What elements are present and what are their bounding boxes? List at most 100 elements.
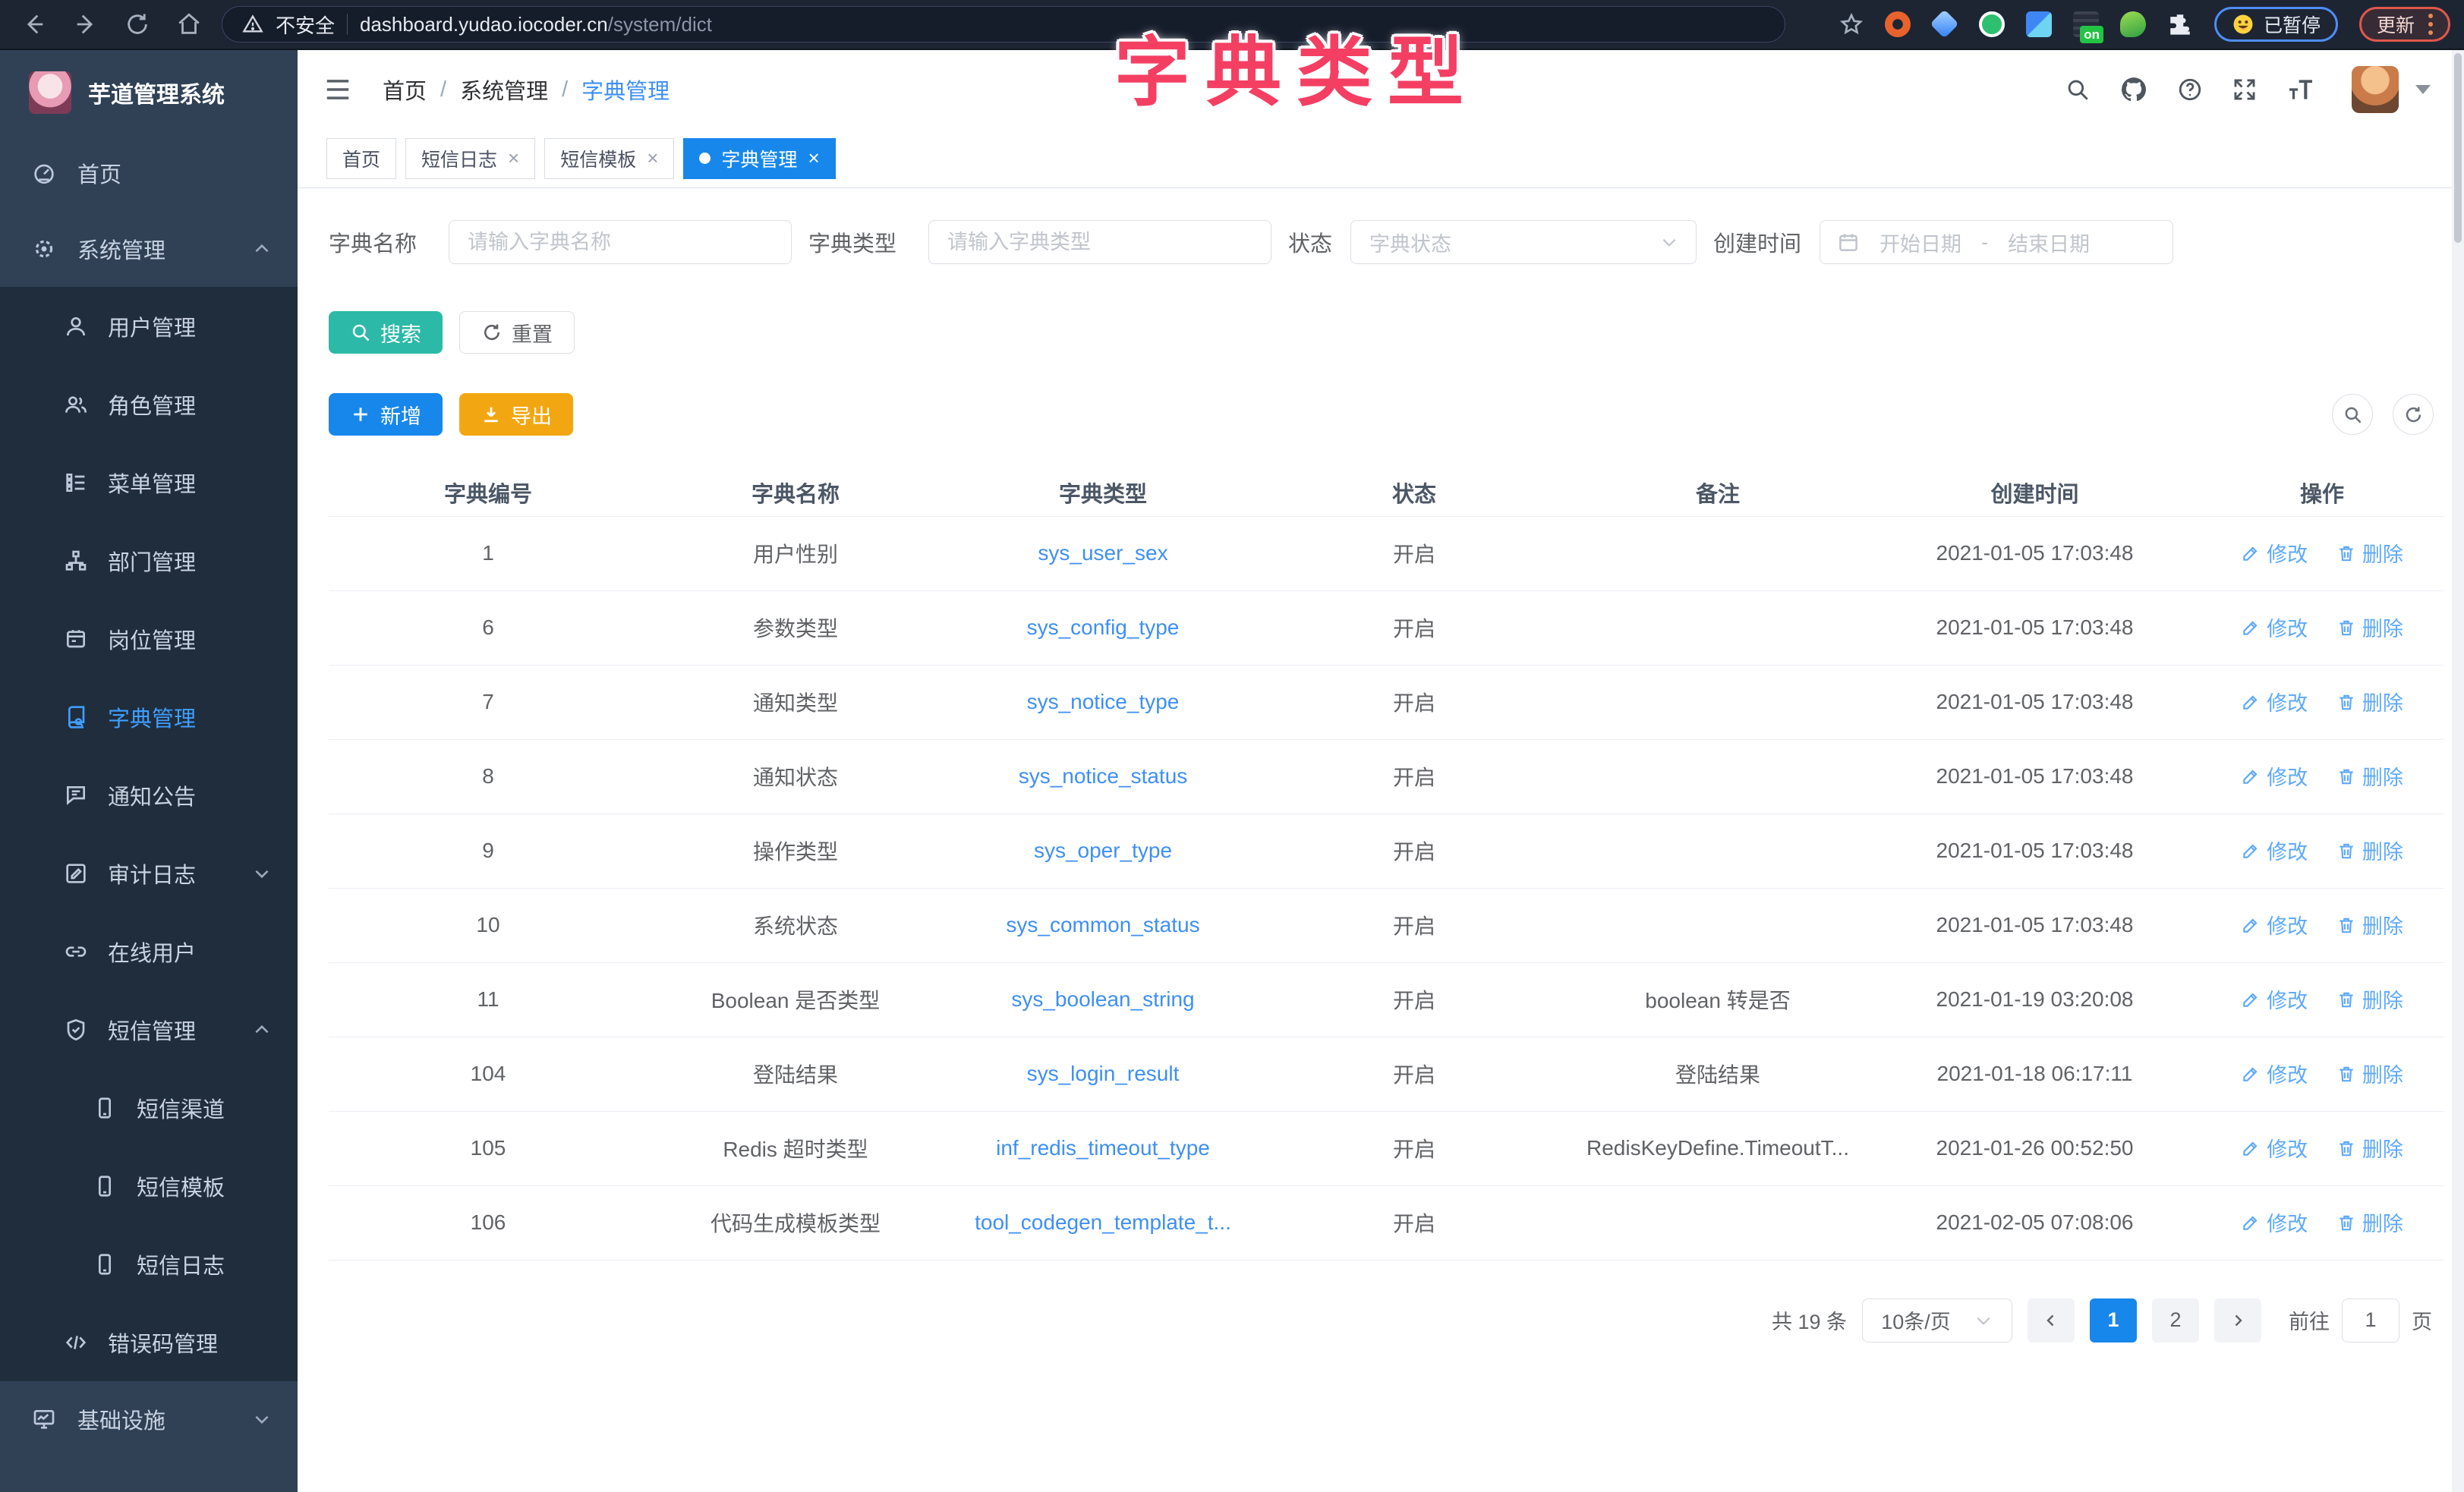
dict-type-link[interactable]: sys_notice_type xyxy=(1027,690,1180,713)
page-scrollbar[interactable] xyxy=(2452,50,2464,1492)
extension-icon[interactable]: on xyxy=(2073,11,2099,37)
edit-link[interactable]: 修改 xyxy=(2241,1059,2308,1088)
search-icon[interactable] xyxy=(2065,77,2091,102)
sidebar-item-infrastructure[interactable]: 基础设施 xyxy=(0,1381,298,1457)
close-icon[interactable] xyxy=(808,146,819,170)
export-button[interactable]: 导出 xyxy=(459,393,573,436)
avatar[interactable] xyxy=(2352,66,2399,113)
sidebar-item-home[interactable]: 首页 xyxy=(0,135,298,211)
tab-sms-log[interactable]: 短信日志 xyxy=(405,138,535,179)
sidebar-item-post-management[interactable]: 岗位管理 xyxy=(0,600,298,678)
github-icon[interactable] xyxy=(2119,75,2148,104)
sidebar-item-audit-log[interactable]: 审计日志 xyxy=(0,834,298,912)
edit-link[interactable]: 修改 xyxy=(2241,984,2308,1014)
extension-icon[interactable] xyxy=(1885,11,1911,37)
extension-icon[interactable] xyxy=(1979,11,2005,37)
reset-button[interactable]: 重置 xyxy=(459,311,575,354)
dict-type-link[interactable]: tool_codegen_template_t... xyxy=(975,1210,1231,1234)
bookmark-star-icon[interactable] xyxy=(1839,12,1864,36)
dict-name-input[interactable] xyxy=(449,220,792,264)
extension-icon[interactable] xyxy=(1932,11,1958,37)
browser-back-icon[interactable] xyxy=(21,11,47,37)
delete-link[interactable]: 删除 xyxy=(2336,1133,2403,1163)
delete-link[interactable]: 删除 xyxy=(2336,612,2403,642)
dict-type-input[interactable] xyxy=(928,220,1271,264)
delete-link[interactable]: 删除 xyxy=(2336,910,2403,940)
dict-type-link[interactable]: sys_notice_status xyxy=(1019,764,1188,788)
browser-forward-icon[interactable] xyxy=(73,11,99,37)
dict-type-link[interactable]: sys_user_sex xyxy=(1038,541,1167,565)
tab-home[interactable]: 首页 xyxy=(326,138,396,179)
profile-paused-pill[interactable]: 已暂停 xyxy=(2214,7,2338,42)
dict-type-link[interactable]: sys_oper_type xyxy=(1034,839,1172,862)
search-button[interactable]: 搜索 xyxy=(329,311,443,354)
sidebar-item-sms-management[interactable]: 短信管理 xyxy=(0,990,298,1069)
breadcrumb-system[interactable]: 系统管理 xyxy=(460,74,548,105)
close-icon[interactable] xyxy=(647,146,658,170)
delete-link[interactable]: 删除 xyxy=(2336,984,2403,1014)
edit-link[interactable]: 修改 xyxy=(2241,687,2308,716)
sidebar-item-dict-management[interactable]: 字典管理 xyxy=(0,678,298,756)
goto-page-input[interactable] xyxy=(2342,1298,2399,1342)
delete-link[interactable]: 删除 xyxy=(2336,538,2403,568)
fullscreen-icon[interactable] xyxy=(2232,77,2258,102)
sidebar-item-user-management[interactable]: 用户管理 xyxy=(0,287,298,365)
breadcrumb-home[interactable]: 首页 xyxy=(383,74,427,105)
dict-type-link[interactable]: sys_boolean_string xyxy=(1011,987,1194,1011)
close-icon[interactable] xyxy=(508,146,519,170)
sidebar-item-announcement[interactable]: 通知公告 xyxy=(0,756,298,834)
sidebar-item-menu-management[interactable]: 菜单管理 xyxy=(0,443,298,521)
sidebar-item-sms-template[interactable]: 短信模板 xyxy=(0,1147,298,1225)
browser-reload-icon[interactable] xyxy=(124,11,150,37)
edit-link[interactable]: 修改 xyxy=(2241,910,2308,940)
sidebar-item-sms-channel[interactable]: 短信渠道 xyxy=(0,1069,298,1147)
page-button-2[interactable]: 2 xyxy=(2152,1298,2199,1342)
status-select[interactable]: 字典状态 xyxy=(1350,220,1697,264)
edit-link[interactable]: 修改 xyxy=(2241,612,2308,642)
sidebar-item-role-management[interactable]: 角色管理 xyxy=(0,365,298,443)
edit-link[interactable]: 修改 xyxy=(2241,761,2308,791)
delete-link[interactable]: 删除 xyxy=(2336,1207,2403,1237)
page-size-select[interactable]: 10条/页 xyxy=(1862,1298,2012,1342)
browser-home-icon[interactable] xyxy=(176,11,202,37)
date-range-picker[interactable]: 开始日期 - 结束日期 xyxy=(1820,220,2173,264)
text-size-icon[interactable] xyxy=(2286,75,2315,104)
app-logo-row[interactable]: 芋道管理系统 xyxy=(0,50,298,135)
edit-link[interactable]: 修改 xyxy=(2241,538,2308,568)
address-bar[interactable]: 不安全 dashboard.yudao.iocoder.cn/system/di… xyxy=(222,6,1785,42)
delete-link[interactable]: 删除 xyxy=(2336,687,2403,716)
refresh-table-button[interactable] xyxy=(2393,394,2434,435)
dict-type-link[interactable]: sys_config_type xyxy=(1027,615,1180,639)
dict-type-link[interactable]: sys_common_status xyxy=(1006,913,1199,936)
hamburger-icon[interactable] xyxy=(323,75,352,104)
tab-dict-management[interactable]: 字典管理 xyxy=(683,138,835,179)
sidebar-item-department-management[interactable]: 部门管理 xyxy=(0,521,298,600)
prev-page-button[interactable] xyxy=(2028,1298,2075,1342)
cell-remark xyxy=(1566,665,1870,739)
show-search-button[interactable] xyxy=(2332,394,2373,435)
delete-link[interactable]: 删除 xyxy=(2336,836,2403,865)
edit-link[interactable]: 修改 xyxy=(2241,836,2308,865)
chrome-menu-icon[interactable] xyxy=(2428,14,2433,35)
page-button-1[interactable]: 1 xyxy=(2090,1298,2137,1342)
extensions-puzzle-icon[interactable] xyxy=(2167,11,2193,37)
tab-sms-template[interactable]: 短信模板 xyxy=(544,138,674,179)
edit-link[interactable]: 修改 xyxy=(2241,1133,2308,1163)
extension-icon[interactable] xyxy=(2026,11,2052,37)
extension-icon[interactable] xyxy=(2120,11,2146,37)
next-page-button[interactable] xyxy=(2214,1298,2261,1342)
dict-type-link[interactable]: sys_login_result xyxy=(1027,1062,1180,1085)
dict-type-link[interactable]: inf_redis_timeout_type xyxy=(996,1136,1210,1160)
browser-update-pill[interactable]: 更新 xyxy=(2359,7,2450,42)
help-icon[interactable] xyxy=(2177,77,2203,102)
user-menu[interactable] xyxy=(2352,66,2431,113)
sidebar-item-error-code-management[interactable]: 错误码管理 xyxy=(0,1303,298,1381)
delete-link[interactable]: 删除 xyxy=(2336,761,2403,791)
scrollbar-thumb[interactable] xyxy=(2454,53,2462,243)
add-button[interactable]: 新增 xyxy=(329,393,443,436)
delete-link[interactable]: 删除 xyxy=(2336,1059,2403,1088)
sidebar-item-system-management[interactable]: 系统管理 xyxy=(0,211,298,287)
edit-link[interactable]: 修改 xyxy=(2241,1207,2308,1237)
sidebar-item-online-users[interactable]: 在线用户 xyxy=(0,912,298,990)
sidebar-item-sms-log[interactable]: 短信日志 xyxy=(0,1225,298,1303)
